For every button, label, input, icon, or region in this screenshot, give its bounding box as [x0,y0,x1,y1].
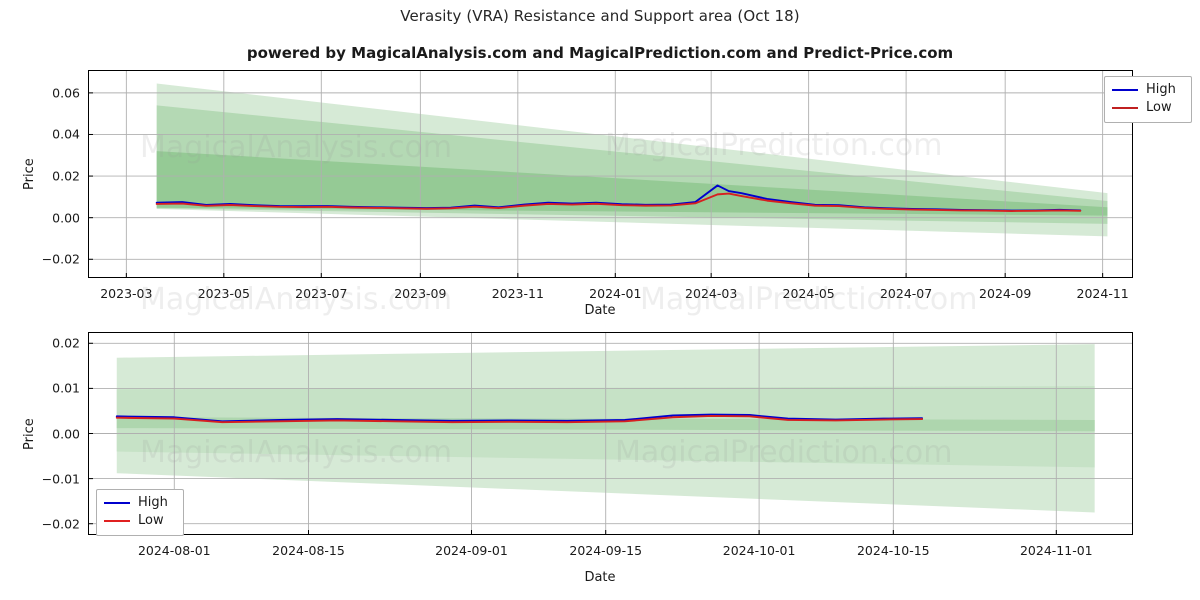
y-tick-label: 0.00 [52,210,80,226]
high-line-swatch-icon [104,502,130,504]
low-line-swatch-icon [104,520,130,522]
lower-legend-label-high: High [138,495,168,511]
x-tick-label: 2024-10-01 [722,543,796,558]
low-line-swatch-icon [1112,107,1138,109]
x-tick-label: 2024-01 [589,286,642,301]
lower-legend-item-high[interactable]: High [104,494,176,512]
page-subtitle: powered by MagicalAnalysis.com and Magic… [246,44,954,62]
x-tick-label: 2023-09 [394,286,447,301]
upper-x-axis-label: Date [584,303,616,318]
y-tick-label: 0.06 [52,85,80,101]
high-line-swatch-icon [1112,89,1138,91]
y-tick-label: 0.02 [52,335,80,351]
upper-legend[interactable]: High Low [1104,76,1192,123]
y-tick-label: 0.00 [52,426,80,441]
page-title: Verasity (VRA) Resistance and Support ar… [400,7,800,25]
upper-legend-label-high: High [1146,82,1176,98]
x-tick-label: 2024-03 [685,286,738,301]
x-tick-label: 2024-08-15 [272,543,345,558]
x-tick-label: 2024-07 [879,286,933,301]
y-tick-label: −0.01 [41,471,80,487]
x-tick-label: 2024-09-15 [569,543,643,558]
upper-legend-label-low: Low [1146,100,1172,116]
upper-plot-frame [88,70,1133,278]
x-tick-label: 2023-07 [295,286,348,301]
x-tick-label: 2024-09 [979,286,1032,301]
y-tick-label: −0.02 [41,251,80,267]
upper-chart-panel [88,70,1133,278]
y-tick-label: 0.01 [52,380,80,396]
x-tick-label: 2024-05 [782,286,835,301]
upper-legend-item-low[interactable]: Low [1112,99,1184,117]
x-tick-label: 2024-09-01 [435,543,508,558]
lower-chart-panel [88,332,1133,535]
y-tick-label: −0.02 [41,516,80,532]
chart-page: Verasity (VRA) Resistance and Support ar… [0,0,1200,600]
lower-plot-frame [88,332,1133,535]
x-tick-label: 2024-10-15 [856,543,930,558]
x-tick-label: 2023-05 [197,286,250,301]
y-tick-label: 0.04 [52,126,80,142]
x-tick-label: 2024-11 [1076,286,1129,301]
upper-legend-item-high[interactable]: High [1112,81,1184,99]
lower-legend[interactable]: High Low [96,489,184,536]
x-tick-label: 2024-11-01 [1019,543,1093,558]
y-tick-label: 0.02 [52,168,80,184]
lower-legend-label-low: Low [138,513,164,529]
x-tick-label: 2023-03 [100,286,153,301]
x-tick-label: 2023-11 [491,286,544,301]
lower-legend-item-low[interactable]: Low [104,512,176,530]
lower-x-axis-label: Date [584,570,616,585]
x-tick-label: 2024-08-01 [137,543,211,558]
